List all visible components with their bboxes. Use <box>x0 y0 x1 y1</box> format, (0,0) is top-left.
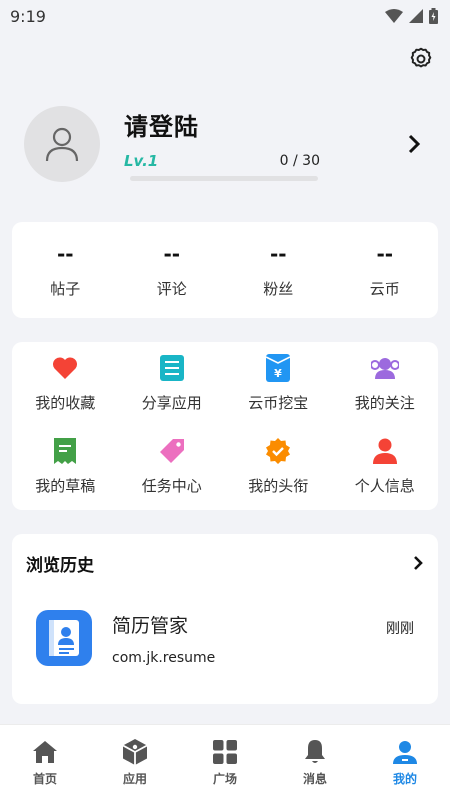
history-time: 刚刚 <box>386 621 414 637</box>
nav-me[interactable]: 我的 <box>360 725 450 800</box>
chevron-right-icon <box>408 134 421 154</box>
grid-label: 我的头衔 <box>248 477 309 495</box>
history-app-info: 简历管家 com.jk.resume <box>112 611 386 666</box>
list-icon <box>158 354 186 382</box>
treasure-icon: ¥ <box>264 354 292 382</box>
stat-fans[interactable]: -- 粉丝 <box>225 242 332 299</box>
profile-arrow-button[interactable] <box>402 134 426 154</box>
gear-icon <box>410 47 432 68</box>
profile-name[interactable]: 请登陆 <box>124 107 402 142</box>
nav-label: 广场 <box>212 771 237 786</box>
exp-text: 0 / 30 <box>279 153 320 169</box>
grid-item-treasure[interactable]: ¥ 云币挖宝 <box>225 354 332 413</box>
grid-label: 分享应用 <box>141 394 202 412</box>
tag-icon <box>158 437 186 465</box>
signal-icon <box>409 9 423 23</box>
grid-label: 云币挖宝 <box>248 394 309 412</box>
history-item[interactable]: 简历管家 com.jk.resume 刚刚 <box>26 610 424 666</box>
grid-item-titles[interactable]: 我的头衔 <box>225 437 332 496</box>
history-title: 浏览历史 <box>26 555 94 576</box>
stat-value: -- <box>269 241 287 266</box>
person-icon <box>371 437 399 465</box>
level-row: Lv.1 0 / 30 <box>124 152 320 170</box>
me-icon <box>392 739 418 765</box>
nav-messages[interactable]: 消息 <box>270 725 360 800</box>
users-icon <box>370 354 399 382</box>
history-app-name: 简历管家 <box>112 614 189 637</box>
apps-cube-icon <box>122 738 148 765</box>
nav-label: 消息 <box>302 771 327 786</box>
draft-icon <box>51 437 79 465</box>
exp-progress-bar <box>130 176 318 181</box>
top-bar <box>0 32 450 90</box>
profile-info: 请登陆 Lv.1 0 / 30 <box>124 107 402 181</box>
nav-apps[interactable]: 应用 <box>90 725 180 800</box>
chevron-right-icon <box>414 556 423 570</box>
home-icon <box>32 739 58 765</box>
grid-item-following[interactable]: 我的关注 <box>332 354 439 413</box>
nav-label: 我的 <box>392 771 417 786</box>
grid-label: 我的关注 <box>354 394 415 412</box>
avatar[interactable] <box>24 106 100 182</box>
grid-item-personal-info[interactable]: 个人信息 <box>332 437 439 496</box>
wifi-icon <box>385 9 403 23</box>
function-grid: 我的收藏 分享应用 ¥ 云币挖宝 我的关注 我的草稿 任务中心 我的头衔 个人信… <box>12 342 438 510</box>
status-bar: 9:19 <box>0 0 450 32</box>
grid-label: 我的草稿 <box>35 477 96 495</box>
nav-square[interactable]: 广场 <box>180 725 270 800</box>
stat-value: -- <box>163 241 181 266</box>
grid-item-share-app[interactable]: 分享应用 <box>119 354 226 413</box>
stat-label: 云币 <box>369 279 400 298</box>
stat-value: -- <box>56 241 74 266</box>
stats-card: -- 帖子 -- 评论 -- 粉丝 -- 云币 <box>12 222 438 318</box>
heart-icon <box>51 354 79 382</box>
status-icons <box>385 8 438 24</box>
grid-item-task-center[interactable]: 任务中心 <box>119 437 226 496</box>
grid-label: 任务中心 <box>141 477 202 495</box>
resume-app-icon <box>36 610 92 666</box>
history-card: 浏览历史 简历管家 com.jk.resume 刚刚 <box>12 534 438 704</box>
grid-item-drafts[interactable]: 我的草稿 <box>12 437 119 496</box>
stat-value: -- <box>376 241 394 266</box>
badge-icon <box>264 437 292 465</box>
profile-header[interactable]: 请登陆 Lv.1 0 / 30 <box>0 96 450 192</box>
stat-comments[interactable]: -- 评论 <box>119 242 226 299</box>
history-app-package: com.jk.resume <box>112 649 216 666</box>
grid-item-favorites[interactable]: 我的收藏 <box>12 354 119 413</box>
stat-posts[interactable]: -- 帖子 <box>12 242 119 299</box>
grid-label: 个人信息 <box>354 477 415 495</box>
grid-label: 我的收藏 <box>35 394 96 412</box>
battery-icon <box>429 8 438 24</box>
history-header[interactable]: 浏览历史 <box>26 534 424 592</box>
bell-icon <box>302 739 328 765</box>
stat-label: 评论 <box>156 279 187 298</box>
level-label: Lv.1 <box>124 152 159 170</box>
nav-home[interactable]: 首页 <box>0 725 90 800</box>
nav-label: 应用 <box>122 771 147 786</box>
square-grid-icon <box>212 739 238 765</box>
nav-label: 首页 <box>32 771 57 786</box>
settings-button[interactable] <box>408 46 434 76</box>
bottom-nav: 首页 应用 广场 消息 我的 <box>0 724 450 800</box>
svg-text:¥: ¥ <box>274 367 282 380</box>
stat-label: 粉丝 <box>263 279 294 298</box>
status-time: 9:19 <box>10 6 46 26</box>
stat-label: 帖子 <box>50 279 81 298</box>
stat-coins[interactable]: -- 云币 <box>332 242 439 299</box>
user-silhouette-icon <box>45 127 79 162</box>
